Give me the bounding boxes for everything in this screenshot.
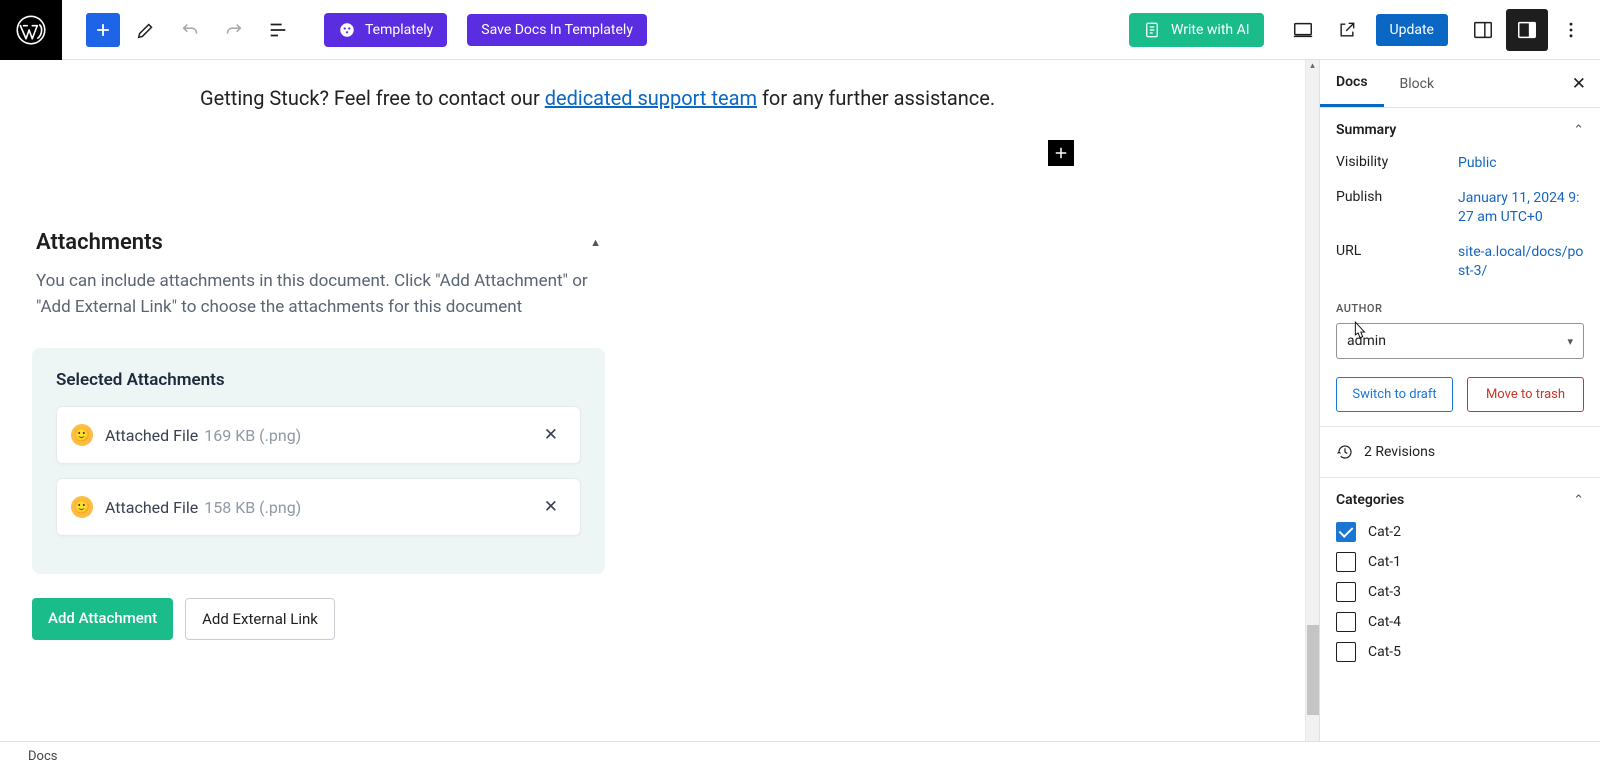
editor-scrollbar[interactable]: ▴ — [1305, 60, 1319, 741]
view-external-icon[interactable] — [1326, 9, 1368, 51]
write-with-ai-button[interactable]: Write with AI — [1129, 13, 1264, 47]
support-team-link[interactable]: dedicated support team — [545, 86, 757, 110]
publish-label: Publish — [1336, 189, 1458, 227]
preview-desktop-icon[interactable] — [1282, 9, 1324, 51]
templately-icon — [338, 21, 356, 39]
checkbox-icon[interactable] — [1336, 522, 1356, 542]
checkbox-icon[interactable] — [1336, 612, 1356, 632]
category-item[interactable]: Cat-4 — [1336, 612, 1584, 632]
selected-attachments-title: Selected Attachments — [56, 370, 581, 390]
sidebar-tabs: Docs Block ✕ — [1320, 60, 1600, 108]
write-ai-label: Write with AI — [1171, 22, 1250, 38]
attachments-description: You can include attachments in this docu… — [0, 259, 637, 334]
add-external-link-button[interactable]: Add External Link — [185, 598, 335, 640]
document-outline-icon[interactable] — [260, 12, 296, 48]
file-type-icon: 🙂 — [71, 424, 93, 446]
category-label: Cat-1 — [1368, 554, 1401, 570]
attachments-title: Attachments — [36, 230, 163, 255]
visibility-value[interactable]: Public — [1458, 154, 1584, 173]
collapse-caret-icon[interactable]: ▲ — [590, 236, 601, 249]
undo-icon[interactable] — [172, 12, 208, 48]
categories-list: Cat-2 Cat-1 Cat-3 Cat-4 Cat-5 — [1336, 522, 1584, 662]
category-label: Cat-4 — [1368, 614, 1401, 630]
summary-panel: Summary ⌃ Visibility Public Publish Janu… — [1320, 108, 1600, 427]
more-options-icon[interactable] — [1550, 9, 1592, 51]
remove-attachment-icon[interactable]: ✕ — [536, 421, 566, 449]
scroll-up-icon[interactable]: ▴ — [1306, 60, 1319, 71]
main-layout: Getting Stuck? Feel free to contact our … — [0, 60, 1600, 741]
attachments-block: Attachments ▲ You can include attachment… — [0, 220, 637, 664]
author-label: AUTHOR — [1336, 302, 1584, 315]
checkbox-icon[interactable] — [1336, 552, 1356, 572]
editor-canvas[interactable]: Getting Stuck? Feel free to contact our … — [0, 60, 1319, 741]
chevron-down-icon: ▾ — [1567, 335, 1573, 348]
help-text-line: Getting Stuck? Feel free to contact our … — [0, 86, 1319, 110]
author-value: admin — [1347, 333, 1386, 349]
breadcrumb-item[interactable]: Docs — [28, 749, 57, 764]
wordpress-logo[interactable] — [0, 0, 62, 60]
attachment-size: 169 KB (.png) — [204, 426, 301, 445]
summary-header[interactable]: Summary ⌃ — [1336, 122, 1584, 138]
add-attachment-button[interactable]: Add Attachment — [32, 598, 173, 640]
toolbar-left: Templately Save Docs In Templately — [62, 12, 647, 48]
save-docs-templately-button[interactable]: Save Docs In Templately — [467, 14, 647, 46]
attachment-name: Attached File — [105, 426, 198, 445]
chevron-up-icon: ⌃ — [1573, 123, 1584, 138]
selected-attachments-panel: Selected Attachments 🙂 Attached File 169… — [32, 348, 605, 574]
attachment-item: 🙂 Attached File 169 KB (.png) ✕ — [56, 406, 581, 464]
chevron-up-icon: ⌃ — [1573, 493, 1584, 508]
close-sidebar-icon[interactable]: ✕ — [1558, 74, 1600, 94]
switch-to-draft-button[interactable]: Switch to draft — [1336, 377, 1453, 412]
category-label: Cat-5 — [1368, 644, 1401, 660]
checkbox-icon[interactable] — [1336, 642, 1356, 662]
category-item[interactable]: Cat-3 — [1336, 582, 1584, 602]
sidebar-toggle-right-icon[interactable] — [1462, 9, 1504, 51]
category-label: Cat-2 — [1368, 524, 1401, 540]
add-block-button[interactable] — [86, 13, 120, 47]
publish-value[interactable]: January 11, 2024 9:27 am UTC+0 — [1458, 189, 1584, 227]
revisions-label: 2 Revisions — [1364, 444, 1435, 460]
history-icon — [1336, 443, 1354, 461]
scroll-thumb[interactable] — [1307, 625, 1319, 715]
update-button[interactable]: Update — [1376, 14, 1448, 46]
move-to-trash-button[interactable]: Move to trash — [1467, 377, 1584, 412]
categories-panel: Categories ⌃ Cat-2 Cat-1 Cat-3 Cat-4 Cat… — [1320, 478, 1600, 678]
save-docs-label: Save Docs In Templately — [481, 22, 633, 38]
summary-title: Summary — [1336, 122, 1396, 138]
inline-block-inserter[interactable] — [1048, 140, 1074, 166]
topbar: Templately Save Docs In Templately Write… — [0, 0, 1600, 60]
footer-breadcrumb[interactable]: Docs — [0, 741, 1600, 771]
url-label: URL — [1336, 243, 1458, 281]
revisions-row[interactable]: 2 Revisions — [1320, 427, 1600, 478]
attachment-size: 158 KB (.png) — [204, 498, 301, 517]
ai-doc-icon — [1143, 21, 1161, 39]
attach-actions: Add Attachment Add External Link — [0, 574, 637, 664]
tab-block[interactable]: Block — [1384, 60, 1451, 107]
author-select[interactable]: admin ▾ — [1336, 323, 1584, 359]
edit-tool-icon[interactable] — [128, 12, 164, 48]
templately-label: Templately — [365, 22, 433, 38]
visibility-label: Visibility — [1336, 154, 1458, 173]
redo-icon[interactable] — [216, 12, 252, 48]
templately-button[interactable]: Templately — [324, 13, 447, 47]
url-value[interactable]: site-a.local/docs/post-3/ — [1458, 243, 1584, 281]
attachment-item: 🙂 Attached File 158 KB (.png) ✕ — [56, 478, 581, 536]
category-item[interactable]: Cat-5 — [1336, 642, 1584, 662]
settings-sidebar: Docs Block ✕ Summary ⌃ Visibility Public… — [1319, 60, 1600, 741]
category-item[interactable]: Cat-2 — [1336, 522, 1584, 542]
categories-header[interactable]: Categories ⌃ — [1336, 492, 1584, 508]
checkbox-icon[interactable] — [1336, 582, 1356, 602]
category-label: Cat-3 — [1368, 584, 1401, 600]
settings-panel-icon[interactable] — [1506, 9, 1548, 51]
file-type-icon: 🙂 — [71, 496, 93, 518]
attachment-name: Attached File — [105, 498, 198, 517]
tab-docs[interactable]: Docs — [1320, 60, 1384, 107]
attachments-header[interactable]: Attachments ▲ — [0, 220, 637, 259]
category-item[interactable]: Cat-1 — [1336, 552, 1584, 572]
help-prefix: Getting Stuck? Feel free to contact our — [200, 86, 545, 110]
help-suffix: for any further assistance. — [757, 86, 995, 110]
remove-attachment-icon[interactable]: ✕ — [536, 493, 566, 521]
categories-title: Categories — [1336, 492, 1404, 508]
